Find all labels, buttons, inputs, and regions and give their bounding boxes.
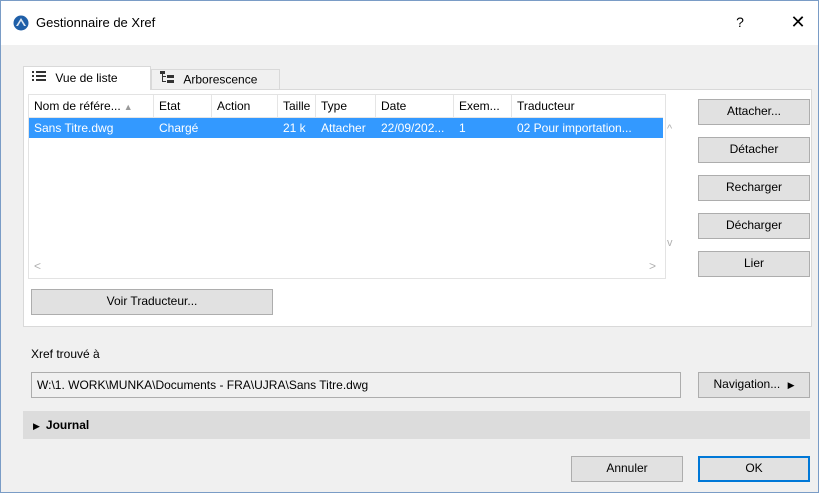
xref-path-field[interactable]: W:\1. WORK\MUNKA\Documents - FRA\UJRA\Sa… [31, 372, 681, 398]
tab-list-view[interactable]: Vue de liste [23, 66, 151, 90]
window-title: Gestionnaire de Xref [36, 15, 156, 30]
cell-size: 21 k [283, 121, 306, 135]
column-header-name[interactable]: Nom de référe... ▲ [29, 95, 154, 117]
sort-ascending-icon: ▲ [123, 102, 133, 112]
tab-tree-view[interactable]: Arborescence [151, 69, 280, 90]
tab-list-view-label: Vue de liste [55, 70, 118, 85]
list-header: Nom de référe... ▲ Etat Action Taille Typ… [29, 95, 663, 118]
browse-button[interactable]: Navigation... ▶ [698, 372, 810, 398]
cancel-button[interactable]: Annuler [571, 456, 683, 482]
horizontal-scrollbar[interactable]: < > [29, 258, 663, 276]
bind-button[interactable]: Lier [698, 251, 810, 277]
help-button[interactable]: ? [731, 13, 749, 31]
title-bar: Gestionnaire de Xref ? ✕ [1, 1, 818, 45]
xref-manager-dialog: Gestionnaire de Xref ? ✕ Vue de liste Ar… [0, 0, 819, 493]
column-header-date[interactable]: Date [376, 95, 454, 117]
close-button[interactable]: ✕ [787, 11, 809, 33]
cell-name: Sans Titre.dwg [34, 121, 114, 135]
cell-action [212, 118, 278, 138]
attach-button[interactable]: Attacher... [698, 99, 810, 125]
detach-button[interactable]: Détacher [698, 137, 810, 163]
ok-button[interactable]: OK [698, 456, 810, 482]
tab-tree-view-label: Arborescence [183, 72, 258, 87]
column-header-type[interactable]: Type [316, 95, 376, 117]
column-header-size[interactable]: Taille [278, 95, 316, 117]
scroll-right-icon[interactable]: > [649, 259, 656, 273]
browse-button-label: Navigation... [713, 377, 781, 391]
journal-label: Journal [45, 418, 90, 432]
cell-state: Chargé [159, 121, 199, 135]
cell-translator: 02 Pour importation... [517, 121, 632, 135]
archicad-logo-icon [13, 15, 29, 31]
column-header-name-label: Nom de référe... [34, 99, 121, 113]
list-view-icon [32, 68, 46, 88]
scroll-down-icon[interactable]: v [667, 237, 673, 249]
scroll-up-icon[interactable]: ^ [667, 123, 672, 135]
column-header-state[interactable]: Etat [154, 95, 212, 117]
table-row[interactable]: Sans Titre.dwg Chargé 21 k Attacher 22/0… [29, 118, 663, 138]
cell-instances: 1 [459, 121, 466, 135]
column-header-instances[interactable]: Exem... [454, 95, 512, 117]
journal-expander[interactable]: ▶ Journal [23, 411, 810, 439]
view-translator-button[interactable]: Voir Traducteur... [31, 289, 273, 315]
scroll-left-icon[interactable]: < [34, 259, 41, 273]
cell-type: Attacher [321, 121, 366, 135]
chevron-right-icon: ▶ [787, 380, 795, 390]
unload-button[interactable]: Décharger [698, 213, 810, 239]
tree-view-icon [160, 70, 174, 89]
xref-found-at-label: Xref trouvé à [31, 347, 100, 361]
column-header-translator[interactable]: Traducteur [512, 95, 663, 117]
expand-arrow-icon: ▶ [33, 421, 40, 431]
xref-list[interactable]: Nom de référe... ▲ Etat Action Taille Typ… [28, 94, 666, 279]
column-header-action[interactable]: Action [212, 95, 278, 117]
reload-button[interactable]: Recharger [698, 175, 810, 201]
cell-date: 22/09/202... [381, 121, 445, 135]
